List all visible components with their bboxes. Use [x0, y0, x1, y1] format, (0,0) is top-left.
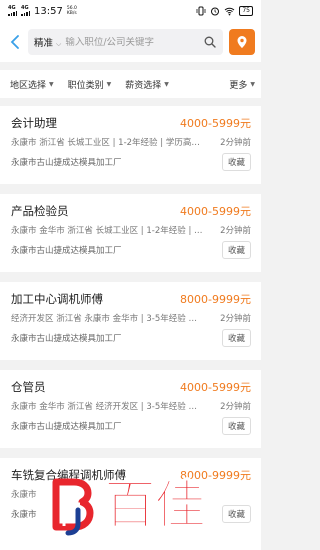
chevron-down-icon: ⌵ [56, 40, 62, 48]
watermark-logo: 百佳 [50, 473, 210, 539]
chevron-down-icon: ▼ [250, 80, 255, 88]
job-title: 产品检验员 [11, 204, 69, 218]
alarm-icon [211, 7, 220, 16]
company-name: 永康市 [11, 510, 37, 520]
wifi-icon [225, 7, 235, 16]
chevron-down-icon: ▼ [106, 80, 112, 88]
search-icon[interactable] [203, 35, 217, 49]
filter-salary[interactable]: 薪资选择 ▼ [125, 78, 169, 91]
job-time: 2分钟前 [220, 402, 251, 412]
company-name: 永康市古山捷成达模具加工厂 [11, 334, 122, 344]
job-meta: 永康市 [11, 490, 37, 500]
job-card[interactable]: 加工中心调机师傅 8000-9999元 经济开发区 浙江省 永康市 金华市 | … [0, 282, 261, 360]
clock: 13:57 [34, 5, 63, 17]
job-meta: 永康市 金华市 浙江省 长城工业区 | 1-2年经验 | … [11, 226, 203, 236]
status-bar: 4G 4G 13:57 56.0 KB/s 75 [0, 0, 261, 22]
search-header: 精准 ⌵ [0, 22, 261, 62]
job-meta: 经济开发区 浙江省 永康市 金华市 | 3-5年经验 … [11, 314, 197, 324]
job-card[interactable]: 仓管员 4000-5999元 永康市 金华市 浙江省 经济开发区 | 3-5年经… [0, 370, 261, 448]
job-title: 会计助理 [11, 116, 57, 130]
job-salary: 8000-9999元 [180, 293, 251, 306]
filter-region[interactable]: 地区选择 ▼ [10, 78, 54, 91]
signal-indicator-1: 4G [8, 6, 17, 16]
back-icon[interactable] [8, 33, 22, 51]
search-mode-select[interactable]: 精准 ⌵ [34, 35, 61, 49]
company-name: 永康市古山捷成达模具加工厂 [11, 158, 122, 168]
company-name: 永康市古山捷成达模具加工厂 [11, 246, 122, 256]
job-search-screen: 4G 4G 13:57 56.0 KB/s 75 精准 ⌵ 输入职位/公司关键字… [0, 0, 261, 550]
location-button[interactable] [229, 29, 255, 55]
signal-indicator-2: 4G [21, 6, 30, 16]
filter-more[interactable]: 更多 ▼ [229, 78, 255, 91]
chevron-down-icon: ▼ [164, 80, 169, 88]
favorite-button[interactable]: 收藏 [221, 329, 251, 347]
job-card[interactable]: 产品检验员 4000-5999元 永康市 金华市 浙江省 长城工业区 | 1-2… [0, 194, 261, 272]
search-box: 精准 ⌵ [28, 29, 223, 55]
favorite-button[interactable]: 收藏 [221, 241, 251, 259]
filter-bar: 地区选择 ▼ 职位类别 ▼ 薪资选择 ▼ 更多 ▼ [0, 70, 261, 98]
favorite-button[interactable]: 收藏 [221, 505, 251, 523]
job-title: 加工中心调机师傅 [11, 292, 103, 306]
job-salary: 4000-5999元 [180, 117, 251, 130]
job-card[interactable]: 会计助理 4000-5999元 永康市 浙江省 长城工业区 | 1-2年经验 |… [0, 106, 261, 184]
search-input[interactable] [65, 36, 199, 48]
bj-logo-icon [52, 478, 94, 536]
job-meta: 永康市 金华市 浙江省 经济开发区 | 3-5年经验 … [11, 402, 197, 412]
job-time: 2分钟前 [220, 314, 251, 324]
net-speed: 56.0 KB/s [66, 6, 77, 16]
filter-category[interactable]: 职位类别 ▼ [68, 78, 112, 91]
job-time: 2分钟前 [220, 138, 251, 148]
job-meta: 永康市 浙江省 长城工业区 | 1-2年经验 | 学历高… [11, 138, 200, 148]
job-time: 2分钟前 [220, 226, 251, 236]
watermark-text: 百佳 [103, 475, 207, 537]
chevron-down-icon: ▼ [49, 80, 54, 88]
favorite-button[interactable]: 收藏 [221, 417, 251, 435]
vibrate-icon [196, 6, 206, 16]
company-name: 永康市古山捷成达模具加工厂 [11, 422, 122, 432]
favorite-button[interactable]: 收藏 [221, 153, 251, 171]
map-pin-icon [237, 36, 247, 48]
job-salary: 4000-5999元 [180, 381, 251, 394]
battery-indicator: 75 [239, 6, 253, 16]
job-title: 仓管员 [11, 380, 46, 394]
job-salary: 4000-5999元 [180, 205, 251, 218]
